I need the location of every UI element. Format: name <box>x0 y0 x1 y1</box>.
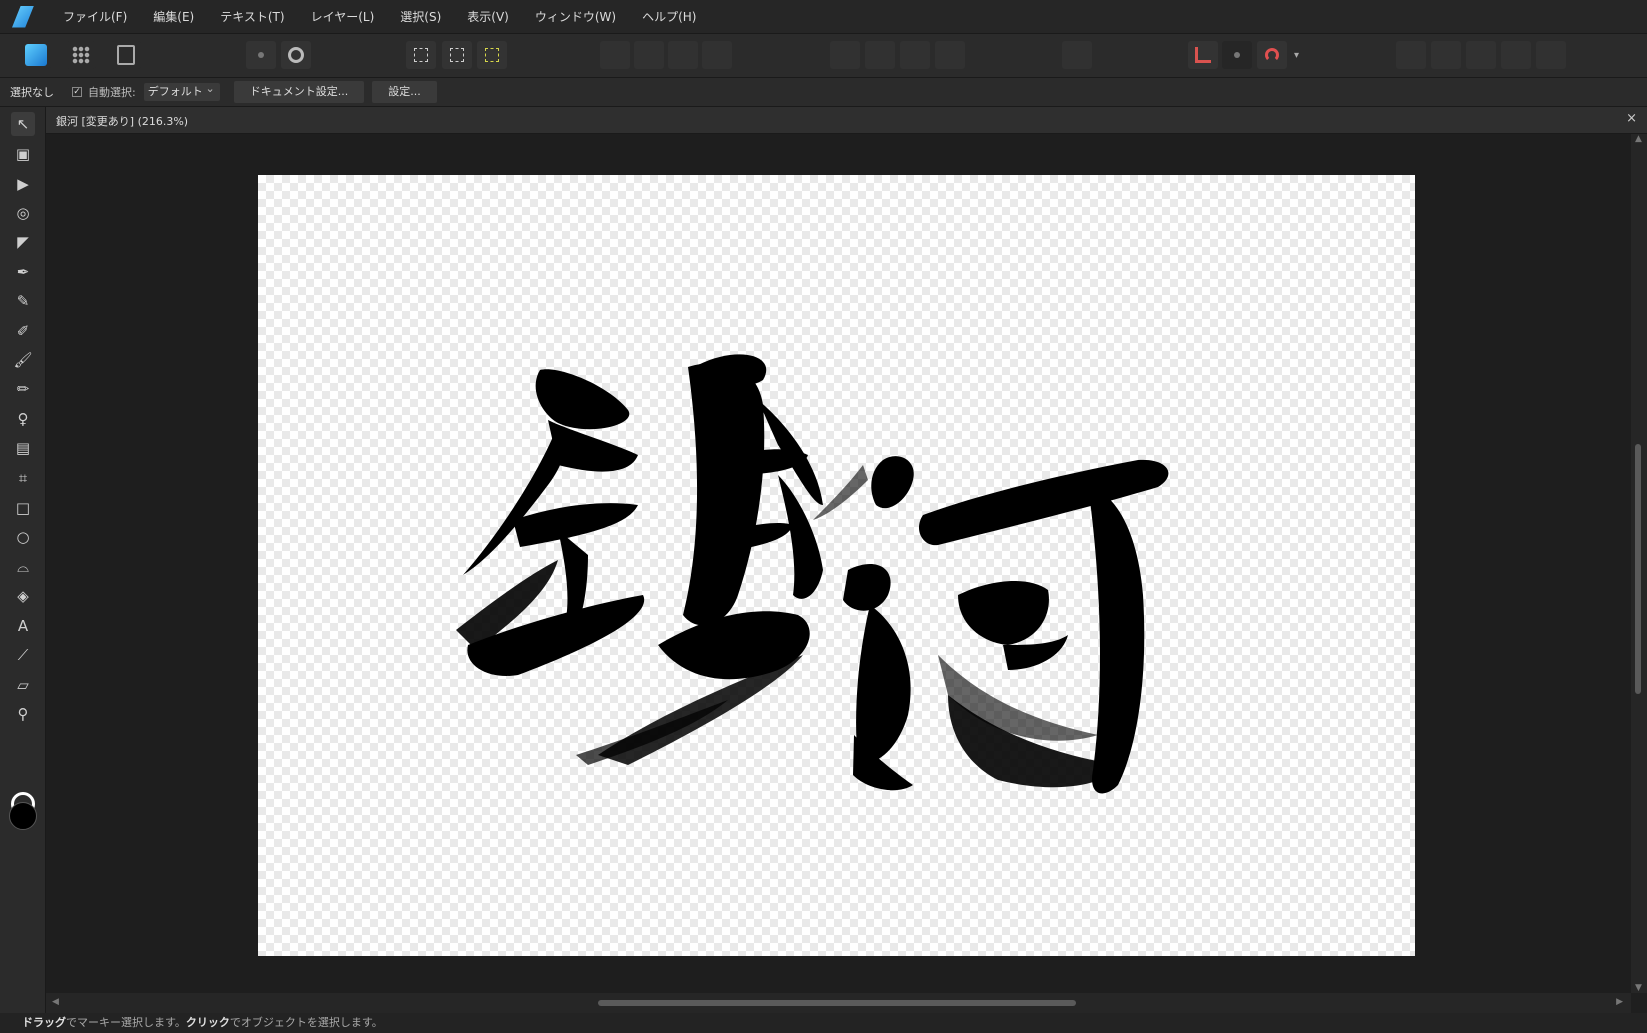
auto-select-checkbox[interactable]: ✓ <box>72 87 82 97</box>
snapping-mode-icon <box>1234 52 1240 58</box>
designer-persona-icon <box>25 44 47 66</box>
selection-status-label: 選択なし <box>10 86 54 99</box>
status-click-keyword: クリック <box>185 1016 230 1029</box>
affinity-designer-logo-icon[interactable] <box>12 5 34 28</box>
menu-layer[interactable]: レイヤー(L) <box>298 0 388 34</box>
boolean-add-button[interactable] <box>1396 41 1426 69</box>
shape-builder-icon[interactable]: ◈ <box>11 584 35 608</box>
context-toolbar: 選択なし ✓ 自動選択: デフォルト ドキュメント設定... 設定... <box>0 78 1647 107</box>
auto-select-dropdown[interactable]: デフォルト <box>143 80 220 101</box>
arrange-forward-button[interactable] <box>668 41 698 69</box>
pixel-persona-icon <box>72 46 90 64</box>
show-alignment-button[interactable] <box>477 41 507 69</box>
snapping-magnet-button[interactable] <box>1257 41 1287 69</box>
artboard-tool-icon[interactable]: ▣ <box>11 142 35 166</box>
rotate-right-button[interactable] <box>935 41 965 69</box>
color-well[interactable] <box>9 792 37 830</box>
scroll-down-icon[interactable]: ▼ <box>1635 983 1642 993</box>
status-bar: ドラッグでマーキー選択します。クリックでオブジェクトを選択します。 <box>0 1013 1647 1033</box>
scroll-up-icon[interactable]: ▲ <box>1635 134 1642 144</box>
fill-tool-icon[interactable]: ✏ <box>11 377 35 401</box>
scroll-left-icon[interactable]: ◀ <box>52 997 59 1007</box>
boolean-divide-button[interactable] <box>1536 41 1566 69</box>
arrange-front-button[interactable] <box>702 41 732 69</box>
rounded-rect-icon[interactable]: ⌓ <box>11 555 35 579</box>
paint-brush-icon[interactable]: 🖌 <box>11 348 35 372</box>
corner-tool-icon[interactable]: ◎ <box>11 201 35 225</box>
measure-tool-icon[interactable]: ▱ <box>11 673 35 697</box>
document-tab[interactable]: 銀河 [変更あり] (216.3%) × <box>46 107 1647 134</box>
vertical-scrollbar[interactable]: ▲ ▼ <box>1631 134 1647 993</box>
pencil-tool-icon[interactable]: ✎ <box>11 289 35 313</box>
snapping-toggle-button[interactable] <box>1188 41 1218 69</box>
document-title: 銀河 [変更あり] (216.3%) <box>56 115 189 128</box>
menu-select[interactable]: 選択(S) <box>387 0 454 34</box>
align-button[interactable] <box>1062 41 1092 69</box>
boolean-intersect-button[interactable] <box>1466 41 1496 69</box>
magnet-icon <box>1265 48 1279 62</box>
boolean-xor-button[interactable] <box>1501 41 1531 69</box>
snapping-icon <box>1195 47 1211 63</box>
point-transform-icon[interactable]: ◤ <box>11 230 35 254</box>
flip-horizontal-button[interactable] <box>830 41 860 69</box>
snapping-dropdown-chevron-icon[interactable]: ▾ <box>1294 50 1299 61</box>
place-image-icon[interactable]: ▤ <box>11 436 35 460</box>
arrange-backward-button[interactable] <box>634 41 664 69</box>
menu-text[interactable]: テキスト(T) <box>207 0 297 34</box>
auto-select-label: 自動選択: <box>88 86 136 99</box>
horizontal-scroll-thumb[interactable] <box>598 1000 1076 1006</box>
zoom-tool-icon[interactable]: ⚲ <box>11 702 35 726</box>
horizontal-scrollbar[interactable]: ◀ ▶ <box>46 993 1631 1013</box>
selection-box-icon <box>450 48 464 62</box>
arrange-back-button[interactable] <box>600 41 630 69</box>
export-persona-button[interactable] <box>111 41 141 69</box>
document-settings-button[interactable]: ドキュメント設定... <box>233 81 365 103</box>
status-click-text: でオブジェクトを選択します。 <box>229 1016 383 1029</box>
menu-help[interactable]: ヘルプ(H) <box>629 0 709 34</box>
color-picker-icon[interactable]: ⟋ <box>11 643 35 667</box>
transparency-tool-icon[interactable]: ♀ <box>11 407 35 431</box>
calligraphy-artwork[interactable] <box>258 175 1415 956</box>
pixel-persona-button[interactable] <box>66 41 96 69</box>
vertical-scroll-thumb[interactable] <box>1635 444 1641 694</box>
move-tool-icon[interactable]: ↖ <box>11 112 35 136</box>
designer-persona-button[interactable] <box>21 41 51 69</box>
menu-file[interactable]: ファイル(F) <box>50 0 140 34</box>
selection-box-button[interactable] <box>442 41 472 69</box>
status-drag-text: でマーキー選択します。 <box>66 1016 186 1029</box>
tools-panel: ↖ ▣ ▶ ◎ ◤ ✒ ✎ ✐ 🖌 ✏ ♀ ▤ ⌗ □ ○ ⌓ ◈ A ⟋ ▱ ⚲ <box>0 107 46 1013</box>
settings-button[interactable]: 設定... <box>372 81 437 103</box>
menu-window[interactable]: ウィンドウ(W) <box>522 0 629 34</box>
view-mode-icon <box>258 52 264 58</box>
rotate-left-button[interactable] <box>900 41 930 69</box>
status-drag-keyword: ドラッグ <box>22 1016 66 1029</box>
node-tool-icon[interactable]: ▶ <box>11 172 35 196</box>
ellipse-tool-icon[interactable]: ○ <box>11 525 35 549</box>
canvas-area[interactable] <box>46 134 1631 993</box>
menu-view[interactable]: 表示(V) <box>454 0 522 34</box>
close-document-icon[interactable]: × <box>1626 111 1637 126</box>
view-mode-button[interactable] <box>246 41 276 69</box>
fill-color-swatch[interactable] <box>9 802 37 830</box>
preferences-button[interactable] <box>281 41 311 69</box>
export-persona-icon <box>117 45 135 65</box>
boolean-subtract-button[interactable] <box>1431 41 1461 69</box>
flip-vertical-button[interactable] <box>865 41 895 69</box>
rectangle-tool-icon[interactable]: □ <box>11 496 35 520</box>
text-tool-icon[interactable]: A <box>11 614 35 638</box>
main-toolbar: ▾ <box>0 34 1647 78</box>
transform-origin-button[interactable] <box>406 41 436 69</box>
artboard[interactable] <box>258 175 1415 956</box>
snapping-mode-button[interactable] <box>1222 41 1252 69</box>
menu-edit[interactable]: 編集(E) <box>140 0 207 34</box>
vector-brush-icon[interactable]: ✐ <box>11 319 35 343</box>
gear-icon <box>288 47 304 63</box>
scroll-right-icon[interactable]: ▶ <box>1616 997 1623 1007</box>
pen-tool-icon[interactable]: ✒ <box>11 260 35 284</box>
alignment-handles-icon <box>485 48 499 62</box>
menu-bar: ファイル(F) 編集(E) テキスト(T) レイヤー(L) 選択(S) 表示(V… <box>0 0 1647 34</box>
transform-origin-icon <box>414 48 428 62</box>
crop-tool-icon[interactable]: ⌗ <box>11 466 35 490</box>
